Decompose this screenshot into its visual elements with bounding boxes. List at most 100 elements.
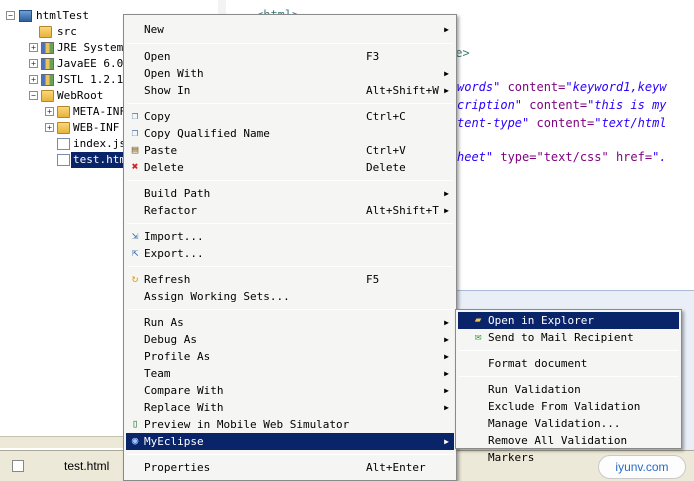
menu-separator xyxy=(127,454,453,455)
submenu-arrow-icon: ▶ xyxy=(444,25,449,34)
menu-item-run-as[interactable]: Run As ▶ xyxy=(126,314,454,331)
collapse-icon[interactable]: − xyxy=(6,11,15,20)
menu-item-debug-as[interactable]: Debug As ▶ xyxy=(126,331,454,348)
menu-item-label: Preview in Mobile Web Simulator xyxy=(144,418,350,431)
menu-item-label: Properties xyxy=(144,461,211,474)
submenu-arrow-icon: ▶ xyxy=(444,403,449,412)
menu-item-replace-with[interactable]: Replace With ▶ xyxy=(126,399,454,416)
expand-icon[interactable]: + xyxy=(29,59,38,68)
expand-icon[interactable]: + xyxy=(29,43,38,52)
menu-item-profile-as[interactable]: Profile As ▶ xyxy=(126,348,454,365)
submenu-item-manage-validation[interactable]: Manage Validation... xyxy=(458,415,679,432)
menu-item-preview-mobile[interactable]: ▯ Preview in Mobile Web Simulator xyxy=(126,416,454,433)
shortcut-text: Delete xyxy=(366,161,406,174)
library-icon xyxy=(41,74,54,86)
mail-icon: ✉ xyxy=(474,330,482,343)
menu-item-label: Import... xyxy=(144,230,204,243)
menu-item-team[interactable]: Team ▶ xyxy=(126,365,454,382)
submenu-arrow-icon: ▶ xyxy=(444,318,449,327)
code-value: ". xyxy=(652,150,667,164)
menu-item-export[interactable]: ⇱ Export... xyxy=(126,245,454,262)
menu-item-open-with[interactable]: Open With ▶ xyxy=(126,65,454,82)
menu-item-compare-with[interactable]: Compare With ▶ xyxy=(126,382,454,399)
editor-tab-icon xyxy=(12,460,24,472)
menu-separator xyxy=(127,103,453,104)
menu-item-new[interactable]: New ▶ xyxy=(126,21,454,38)
menu-item-label: Replace With xyxy=(144,401,224,414)
menu-separator xyxy=(127,180,453,181)
submenu-item-open-in-explorer[interactable]: ▰ Open in Explorer xyxy=(458,312,679,329)
menu-item-open[interactable]: Open F3 xyxy=(126,48,454,65)
menu-item-label: Format document xyxy=(488,357,588,370)
tree-item-label: JSTL 1.2.1 xyxy=(57,73,124,86)
menu-item-label: Refactor xyxy=(144,204,197,217)
menu-item-label: Run As xyxy=(144,316,184,329)
copy-icon: ❐ xyxy=(131,126,139,139)
submenu-item-run-validation[interactable]: Run Validation xyxy=(458,381,679,398)
submenu-item-exclude-validation[interactable]: Exclude From Validation xyxy=(458,398,679,415)
library-icon xyxy=(41,58,54,70)
menu-item-label: Delete xyxy=(144,161,184,174)
menu-item-label: Team xyxy=(144,367,171,380)
menu-item-refresh[interactable]: ↻ Refresh F5 xyxy=(126,271,454,288)
context-menu: New ▶ Open F3 Open With ▶ Show In Alt+Shift+… xyxy=(123,14,457,481)
menu-item-label: Refresh xyxy=(144,273,191,286)
file-icon xyxy=(57,138,70,150)
submenu-item-remove-markers[interactable]: Remove All Validation Markers xyxy=(458,432,679,464)
submenu-arrow-icon: ▶ xyxy=(444,352,449,361)
submenu-arrow-icon: ▶ xyxy=(444,335,449,344)
menu-separator xyxy=(459,376,678,377)
menu-item-copy-qualified-name[interactable]: ❐ Copy Qualified Name xyxy=(126,125,454,142)
code-value: "this is my xyxy=(587,98,667,112)
expand-icon[interactable]: + xyxy=(45,107,54,116)
shortcut-text: Alt+Shift+W xyxy=(366,84,439,97)
expand-icon[interactable]: + xyxy=(45,123,54,132)
menu-item-label: Open With xyxy=(144,67,204,80)
submenu-arrow-icon: ▶ xyxy=(444,206,449,215)
menu-item-import[interactable]: ⇲ Import... xyxy=(126,228,454,245)
menu-item-label: Debug As xyxy=(144,333,197,346)
shortcut-text: Ctrl+C xyxy=(366,110,406,123)
tree-item-label: WEB-INF xyxy=(73,121,120,134)
paste-icon: ▤ xyxy=(131,143,139,156)
folder-icon xyxy=(57,106,70,118)
collapse-icon[interactable]: − xyxy=(29,91,38,100)
myeclipse-submenu: ▰ Open in Explorer ✉ Send to Mail Recipien… xyxy=(455,309,682,464)
myeclipse-icon: ◉ xyxy=(131,434,139,447)
shortcut-text: Alt+Enter xyxy=(366,461,426,474)
code-value: "text/html xyxy=(594,116,667,130)
menu-item-copy[interactable]: ❐ Copy Ctrl+C xyxy=(126,108,454,125)
menu-item-label: Compare With xyxy=(144,384,224,397)
menu-item-paste[interactable]: ▤ Paste Ctrl+V xyxy=(126,142,454,159)
code-line: tent-type" content="text/html xyxy=(457,114,667,132)
menu-item-label: MyEclipse xyxy=(144,435,204,448)
submenu-item-send-to-mail[interactable]: ✉ Send to Mail Recipient xyxy=(458,329,679,346)
tree-item-label: test.htm xyxy=(71,152,128,168)
shortcut-text: Alt+Shift+T xyxy=(366,204,439,217)
folder-icon xyxy=(57,122,70,134)
menu-item-delete[interactable]: ✖ Delete Delete xyxy=(126,159,454,176)
editor-tab-title[interactable]: test.html xyxy=(64,459,109,473)
import-icon: ⇲ xyxy=(131,229,139,242)
delete-icon: ✖ xyxy=(131,160,139,173)
menu-item-build-path[interactable]: Build Path ▶ xyxy=(126,185,454,202)
menu-separator xyxy=(127,266,453,267)
code-line: heet" type="text/css" href=". xyxy=(457,148,667,166)
menu-item-myeclipse[interactable]: ◉ MyEclipse ▶ xyxy=(126,433,454,450)
submenu-arrow-icon: ▶ xyxy=(444,189,449,198)
menu-item-label: Show In xyxy=(144,84,191,97)
code-value: "keyword1,keyw xyxy=(565,80,667,94)
folder-icon xyxy=(41,90,54,102)
menu-item-assign-working-sets[interactable]: Assign Working Sets... xyxy=(126,288,454,305)
submenu-arrow-icon: ▶ xyxy=(444,86,449,95)
submenu-item-format-document[interactable]: Format document xyxy=(458,355,679,372)
menu-item-properties[interactable]: Properties Alt+Enter xyxy=(126,459,454,476)
expand-icon[interactable]: + xyxy=(29,75,38,84)
code-value: heet" xyxy=(457,150,494,164)
tree-item-label: WebRoot xyxy=(57,89,104,102)
submenu-arrow-icon: ▶ xyxy=(444,69,449,78)
refresh-icon: ↻ xyxy=(131,272,139,285)
menu-item-show-in[interactable]: Show In Alt+Shift+W ▶ xyxy=(126,82,454,99)
menu-item-refactor[interactable]: Refactor Alt+Shift+T ▶ xyxy=(126,202,454,219)
menu-item-label: Send to Mail Recipient xyxy=(488,331,634,344)
